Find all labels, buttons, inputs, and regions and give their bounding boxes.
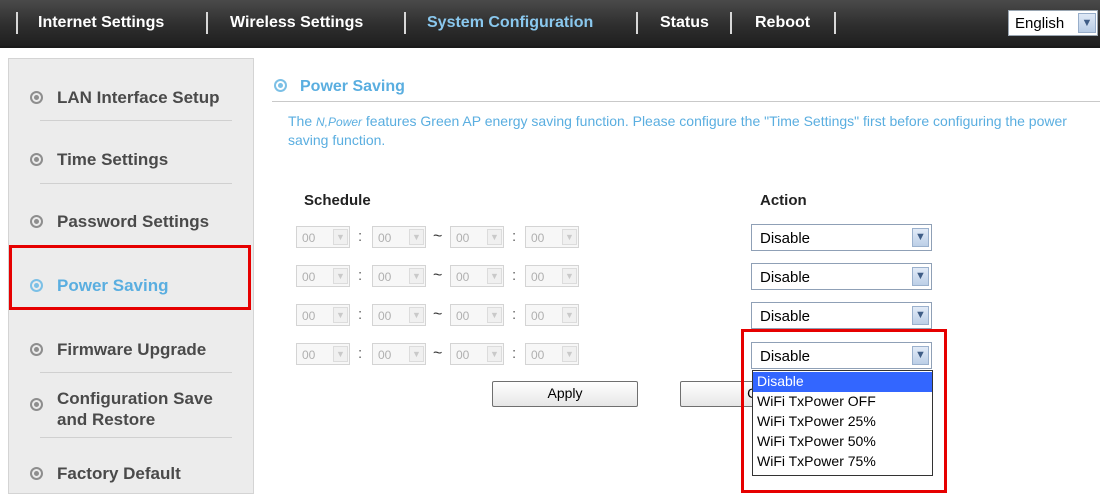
start-hour-select[interactable]: 00 ▼: [296, 304, 350, 326]
end-hour-select[interactable]: 00 ▼: [450, 343, 504, 365]
circle-bullet-icon: [30, 343, 43, 356]
start-hour-select[interactable]: 00 ▼: [296, 265, 350, 287]
time-colon: :: [358, 306, 363, 323]
chevron-down-icon: ▼: [333, 307, 348, 323]
start-minute-select[interactable]: 00 ▼: [372, 343, 426, 365]
chevron-down-icon: ▼: [333, 229, 348, 245]
end-hour-select[interactable]: 00 ▼: [450, 265, 504, 287]
range-tilde: ~: [433, 267, 443, 284]
chevron-down-icon[interactable]: ▼: [912, 228, 929, 247]
sidebar-divider: [40, 372, 232, 373]
range-tilde: ~: [433, 345, 443, 362]
chevron-down-icon: ▼: [487, 307, 502, 323]
circle-bullet-icon: [30, 91, 43, 104]
chevron-down-icon: ▼: [487, 268, 502, 284]
nav-separator: [206, 12, 208, 34]
page-title: Power Saving: [274, 78, 405, 96]
end-minute-select[interactable]: 00 ▼: [525, 343, 579, 365]
time-colon: :: [358, 345, 363, 362]
chevron-down-icon: ▼: [562, 307, 577, 323]
end-hour-select[interactable]: 00 ▼: [450, 226, 504, 248]
apply-button[interactable]: Apply: [492, 381, 638, 407]
brand-name: N,Power: [316, 115, 363, 129]
time-colon: :: [512, 306, 517, 323]
chevron-down-icon: ▼: [409, 307, 424, 323]
circle-bullet-icon: [30, 467, 43, 480]
sidebar-divider: [40, 183, 232, 184]
start-hour-select[interactable]: 00 ▼: [296, 226, 350, 248]
nav-system-configuration[interactable]: System Configuration: [427, 14, 593, 34]
action-header: Action: [760, 192, 807, 209]
chevron-down-icon: ▼: [487, 229, 502, 245]
chevron-down-icon: ▼: [409, 229, 424, 245]
highlight-box-sidebar: [9, 245, 251, 310]
action-select[interactable]: Disable ▼: [751, 302, 932, 329]
chevron-down-icon[interactable]: ▼: [912, 267, 929, 286]
page-description: The N,Power features Green AP energy sav…: [288, 113, 1067, 148]
chevron-down-icon[interactable]: ▼: [912, 306, 929, 325]
nav-status[interactable]: Status: [660, 14, 709, 34]
start-minute-select[interactable]: 00 ▼: [372, 226, 426, 248]
sidebar-item-label: Password Settings: [57, 212, 210, 231]
circle-bullet-icon: [30, 398, 43, 411]
start-minute-select[interactable]: 00 ▼: [372, 304, 426, 326]
end-minute-select[interactable]: 00 ▼: [525, 304, 579, 326]
nav-wireless-settings[interactable]: Wireless Settings: [230, 14, 363, 34]
circle-bullet-icon: [30, 153, 43, 166]
sidebar-item-password-settings[interactable]: Password Settings: [30, 212, 209, 232]
action-select[interactable]: Disable ▼: [751, 263, 932, 290]
time-colon: :: [358, 267, 363, 284]
chevron-down-icon: ▼: [562, 346, 577, 362]
sidebar-item-label: Time Settings: [57, 150, 169, 169]
sidebar-item-lan-interface-setup[interactable]: LAN Interface Setup: [30, 88, 219, 108]
highlight-box-dropdown: [741, 329, 947, 493]
start-hour-select[interactable]: 00 ▼: [296, 343, 350, 365]
circle-bullet-icon: [30, 215, 43, 228]
chevron-down-icon: ▼: [333, 346, 348, 362]
end-minute-select[interactable]: 00 ▼: [525, 265, 579, 287]
range-tilde: ~: [433, 228, 443, 245]
range-tilde: ~: [433, 306, 443, 323]
chevron-down-icon: ▼: [333, 268, 348, 284]
title-divider: [272, 101, 1100, 102]
chevron-down-icon: ▼: [409, 268, 424, 284]
nav-separator: [16, 12, 18, 34]
time-colon: :: [512, 345, 517, 362]
sidebar-item-label: Firmware Upgrade: [57, 340, 207, 359]
chevron-down-icon: ▼: [562, 268, 577, 284]
sidebar-item-factory-default[interactable]: Factory Default: [30, 464, 181, 484]
time-colon: :: [512, 267, 517, 284]
chevron-down-icon: ▼: [409, 346, 424, 362]
nav-separator: [636, 12, 638, 34]
chevron-down-icon: ▼: [487, 346, 502, 362]
sidebar-divider: [40, 437, 232, 438]
circle-bullet-icon: [274, 79, 287, 92]
language-select[interactable]: English ▼: [1008, 10, 1098, 36]
sidebar-item-label: LAN Interface Setup: [57, 88, 220, 107]
nav-separator: [730, 12, 732, 34]
nav-reboot[interactable]: Reboot: [755, 14, 810, 34]
top-nav-bar: Internet Settings Wireless Settings Syst…: [0, 0, 1100, 48]
end-minute-select[interactable]: 00 ▼: [525, 226, 579, 248]
nav-separator: [834, 12, 836, 34]
nav-separator: [404, 12, 406, 34]
language-value: English: [1015, 15, 1065, 32]
schedule-header: Schedule: [304, 192, 371, 209]
end-hour-select[interactable]: 00 ▼: [450, 304, 504, 326]
sidebar-item-label: Configuration Save and Restore: [57, 389, 213, 429]
sidebar-item-time-settings[interactable]: Time Settings: [30, 150, 168, 170]
chevron-down-icon[interactable]: ▼: [1078, 13, 1096, 33]
chevron-down-icon: ▼: [562, 229, 577, 245]
nav-internet-settings[interactable]: Internet Settings: [38, 14, 164, 34]
sidebar-item-label: Factory Default: [57, 464, 181, 483]
time-colon: :: [512, 228, 517, 245]
action-select[interactable]: Disable ▼: [751, 224, 932, 251]
sidebar-item-configuration-save-restore[interactable]: Configuration Save and Restore: [30, 388, 217, 430]
start-minute-select[interactable]: 00 ▼: [372, 265, 426, 287]
sidebar-divider: [40, 120, 232, 121]
sidebar-item-firmware-upgrade[interactable]: Firmware Upgrade: [30, 340, 206, 360]
time-colon: :: [358, 228, 363, 245]
